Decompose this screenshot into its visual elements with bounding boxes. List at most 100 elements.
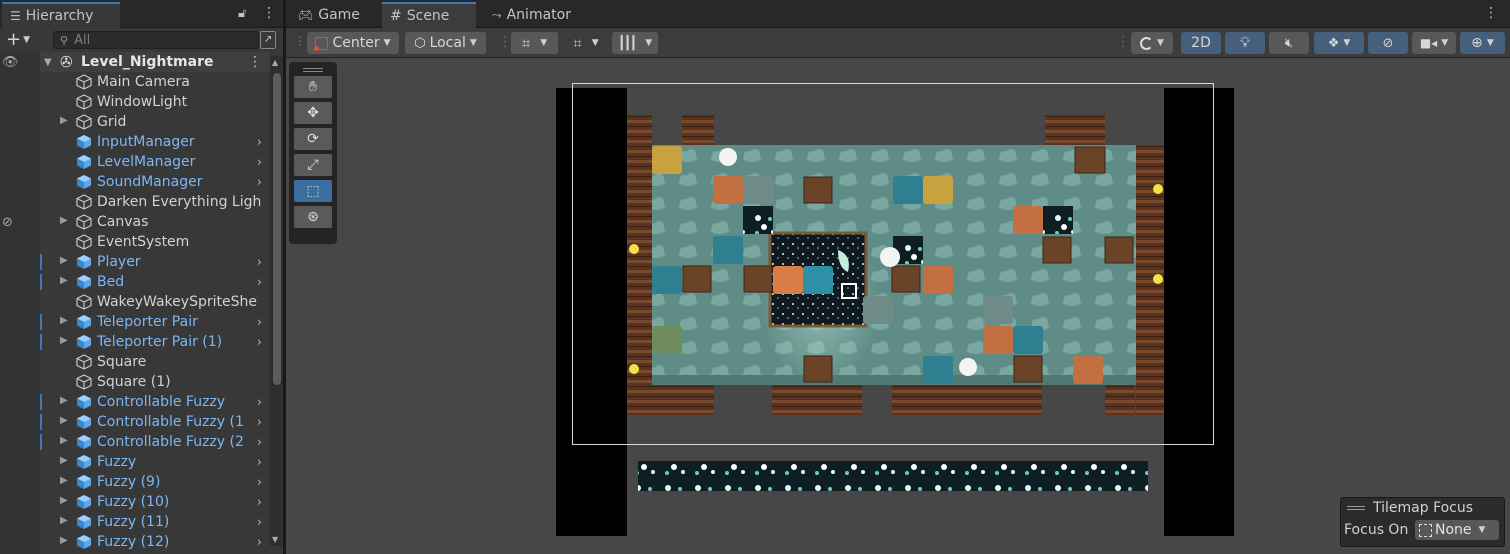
hierarchy-item[interactable]: ▶ Fuzzy (10) › bbox=[0, 492, 270, 512]
foldout-closed-icon[interactable]: ▶ bbox=[60, 115, 68, 126]
overlay-grip[interactable] bbox=[293, 66, 333, 74]
chevron-right-icon[interactable]: › bbox=[257, 435, 262, 450]
hierarchy-item[interactable]: ▶ Controllable Fuzzy › bbox=[0, 392, 270, 412]
toggle-2d-button[interactable]: 2D bbox=[1181, 32, 1221, 54]
foldout-closed-icon[interactable]: ▶ bbox=[60, 415, 68, 426]
rotate-tool-button[interactable]: ⟳ bbox=[294, 128, 332, 150]
hierarchy-item[interactable]: ▶ Controllable Fuzzy (1 › bbox=[0, 412, 270, 432]
chevron-right-icon[interactable]: › bbox=[257, 335, 262, 350]
chevron-right-icon[interactable]: › bbox=[257, 535, 262, 550]
layers-icon: ❖ bbox=[1327, 35, 1340, 51]
gameobject-cube-icon bbox=[76, 234, 92, 250]
hierarchy-item[interactable]: ▶ Bed › bbox=[0, 272, 270, 292]
hierarchy-item[interactable]: ▶ Fuzzy › bbox=[0, 452, 270, 472]
tab-game[interactable]: 🎮︎ Game bbox=[290, 2, 368, 28]
scene-lighting-button[interactable]: 💡︎ bbox=[1225, 32, 1265, 54]
create-button[interactable]: + ▼ bbox=[6, 30, 40, 50]
incremental-snap-button[interactable]: ⌗ ▼ bbox=[564, 32, 608, 54]
foldout-closed-icon[interactable]: ▶ bbox=[60, 455, 68, 466]
chevron-right-icon[interactable]: › bbox=[257, 515, 262, 530]
hierarchy-item[interactable]: InputManager › bbox=[0, 132, 270, 152]
lock-icon[interactable]: 🔓︎ bbox=[238, 6, 246, 21]
prefab-cube-icon bbox=[77, 155, 91, 169]
hierarchy-item[interactable]: ▶ Player › bbox=[0, 252, 270, 272]
foldout-closed-icon[interactable]: ▶ bbox=[60, 535, 68, 546]
pivot-rotation-button[interactable]: ⬡ Local ▼ bbox=[405, 32, 486, 54]
chevron-right-icon[interactable]: › bbox=[257, 135, 262, 150]
scene-header-row[interactable]: ▼ ✇ Level_Nightmare ⋮ bbox=[40, 52, 270, 72]
foldout-closed-icon[interactable]: ▶ bbox=[60, 435, 68, 446]
hierarchy-item[interactable]: SoundManager › bbox=[0, 172, 270, 192]
foldout-closed-icon[interactable]: ▶ bbox=[60, 335, 68, 346]
foldout-closed-icon[interactable]: ▶ bbox=[60, 255, 68, 266]
effects-button[interactable]: ❖ ▼ bbox=[1314, 32, 1364, 54]
scroll-up-icon[interactable]: ▲ bbox=[272, 58, 278, 67]
focus-on-dropdown[interactable]: None ▼ bbox=[1415, 520, 1499, 540]
rect-tool-button[interactable]: ⬚ bbox=[294, 180, 332, 202]
move-tool-button[interactable]: ✥ bbox=[294, 102, 332, 124]
scene-camera-button[interactable]: ■◂ ▼ bbox=[1412, 32, 1456, 54]
chevron-right-icon[interactable]: › bbox=[257, 495, 262, 510]
chevron-right-icon[interactable]: › bbox=[257, 155, 262, 170]
hierarchy-item[interactable]: ▶ Fuzzy (12) › bbox=[0, 532, 270, 552]
foldout-open-icon[interactable]: ▼ bbox=[44, 57, 52, 68]
tab-scene[interactable]: # Scene bbox=[382, 2, 476, 28]
tab-animator[interactable]: ⤳ Animator bbox=[484, 2, 579, 28]
search-field[interactable]: ⚲ All bbox=[53, 31, 259, 49]
transform-tool-button[interactable]: ⊛ bbox=[294, 206, 332, 228]
hierarchy-item[interactable]: Darken Everything Ligh bbox=[0, 192, 270, 212]
chevron-right-icon[interactable]: › bbox=[257, 175, 262, 190]
gizmos-button[interactable]: ⊕ ▼ bbox=[1460, 32, 1505, 54]
unity-scene-icon: ✇ bbox=[60, 53, 73, 71]
view-tool-button[interactable]: ✋︎ bbox=[294, 76, 332, 98]
scale-tool-button[interactable]: ⤢ bbox=[294, 154, 332, 176]
prefab-override-marker bbox=[40, 474, 42, 490]
foldout-closed-icon[interactable]: ▶ bbox=[60, 495, 68, 506]
chevron-down-icon: ▼ bbox=[1157, 38, 1164, 48]
hierarchy-item[interactable]: WakeyWakeySpriteShe bbox=[0, 292, 270, 312]
chevron-right-icon[interactable]: › bbox=[257, 255, 262, 270]
chevron-right-icon[interactable]: › bbox=[257, 395, 262, 410]
hierarchy-item[interactable]: Square (1) bbox=[0, 372, 270, 392]
expand-search-button[interactable]: ↗ bbox=[260, 31, 276, 49]
chevron-right-icon[interactable]: › bbox=[257, 275, 262, 290]
hierarchy-item[interactable]: ▶ Teleporter Pair › bbox=[0, 312, 270, 332]
hierarchy-item[interactable]: Main Camera bbox=[0, 72, 270, 92]
scene-menu-icon[interactable]: ⋮ bbox=[248, 54, 262, 70]
chevron-right-icon[interactable]: › bbox=[257, 455, 262, 470]
scroll-down-icon[interactable]: ▼ bbox=[272, 535, 278, 544]
audio-toggle-button[interactable]: 🔇︎ bbox=[1269, 32, 1309, 54]
hierarchy-item[interactable]: LevelManager › bbox=[0, 152, 270, 172]
hierarchy-item[interactable]: Square bbox=[0, 352, 270, 372]
tilemap-focus-header[interactable]: Tilemap Focus bbox=[1347, 500, 1473, 516]
hierarchy-item[interactable]: ▶ Fuzzy (11) › bbox=[0, 512, 270, 532]
scene-visibility-button[interactable]: ⊘ bbox=[1368, 32, 1408, 54]
tab-hierarchy[interactable]: ☰ Hierarchy bbox=[2, 2, 120, 28]
grid-snapping-button[interactable]: ⌗ ▼ bbox=[511, 32, 558, 54]
hierarchy-item[interactable]: WindowLight bbox=[0, 92, 270, 112]
prefab-override-marker bbox=[40, 494, 42, 510]
foldout-closed-icon[interactable]: ▶ bbox=[60, 215, 68, 226]
chevron-right-icon[interactable]: › bbox=[257, 415, 262, 430]
foldout-closed-icon[interactable]: ▶ bbox=[60, 475, 68, 486]
hierarchy-item[interactable]: ▶ Canvas bbox=[0, 212, 270, 232]
hierarchy-item[interactable]: ▶ Teleporter Pair (1) › bbox=[0, 332, 270, 352]
hierarchy-item[interactable]: EventSystem bbox=[0, 232, 270, 252]
eye-icon[interactable]: 👁︎ bbox=[2, 55, 19, 70]
kebab-menu-icon[interactable]: ⋮ bbox=[262, 5, 276, 21]
foldout-closed-icon[interactable]: ▶ bbox=[60, 315, 68, 326]
hierarchy-item[interactable]: ▶ Grid bbox=[0, 112, 270, 132]
foldout-closed-icon[interactable]: ▶ bbox=[60, 395, 68, 406]
pivot-mode-button[interactable]: Center ▼ bbox=[307, 32, 399, 54]
hierarchy-scroll-thumb[interactable] bbox=[273, 73, 281, 385]
hierarchy-item[interactable]: ▶ Controllable Fuzzy (2 › bbox=[0, 432, 270, 452]
scene-kebab-icon[interactable]: ⋮ bbox=[1484, 5, 1498, 21]
chevron-right-icon[interactable]: › bbox=[257, 315, 262, 330]
chevron-right-icon[interactable]: › bbox=[257, 475, 262, 490]
ruler-snap-button[interactable]: ┃┃┃ ▼ bbox=[612, 32, 658, 54]
foldout-closed-icon[interactable]: ▶ bbox=[60, 515, 68, 526]
hierarchy-item[interactable]: ▶ Fuzzy (9) › bbox=[0, 472, 270, 492]
toolbar-separator: ⋮ bbox=[498, 34, 512, 50]
foldout-closed-icon[interactable]: ▶ bbox=[60, 275, 68, 286]
draw-mode-button[interactable]: ▼ bbox=[1131, 32, 1173, 54]
